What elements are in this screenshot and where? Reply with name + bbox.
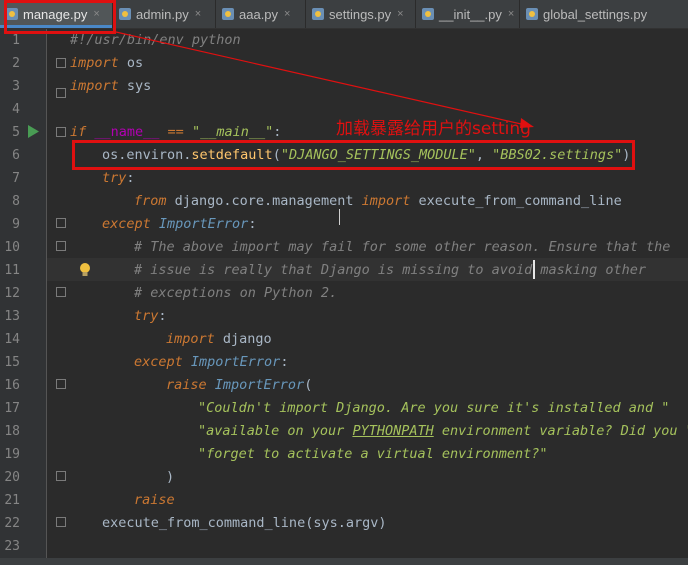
annotation-text: 加载暴露给用户的setting: [336, 119, 531, 139]
horizontal-scrollbar[interactable]: [0, 558, 688, 565]
annotation-arrow: [115, 31, 534, 128]
